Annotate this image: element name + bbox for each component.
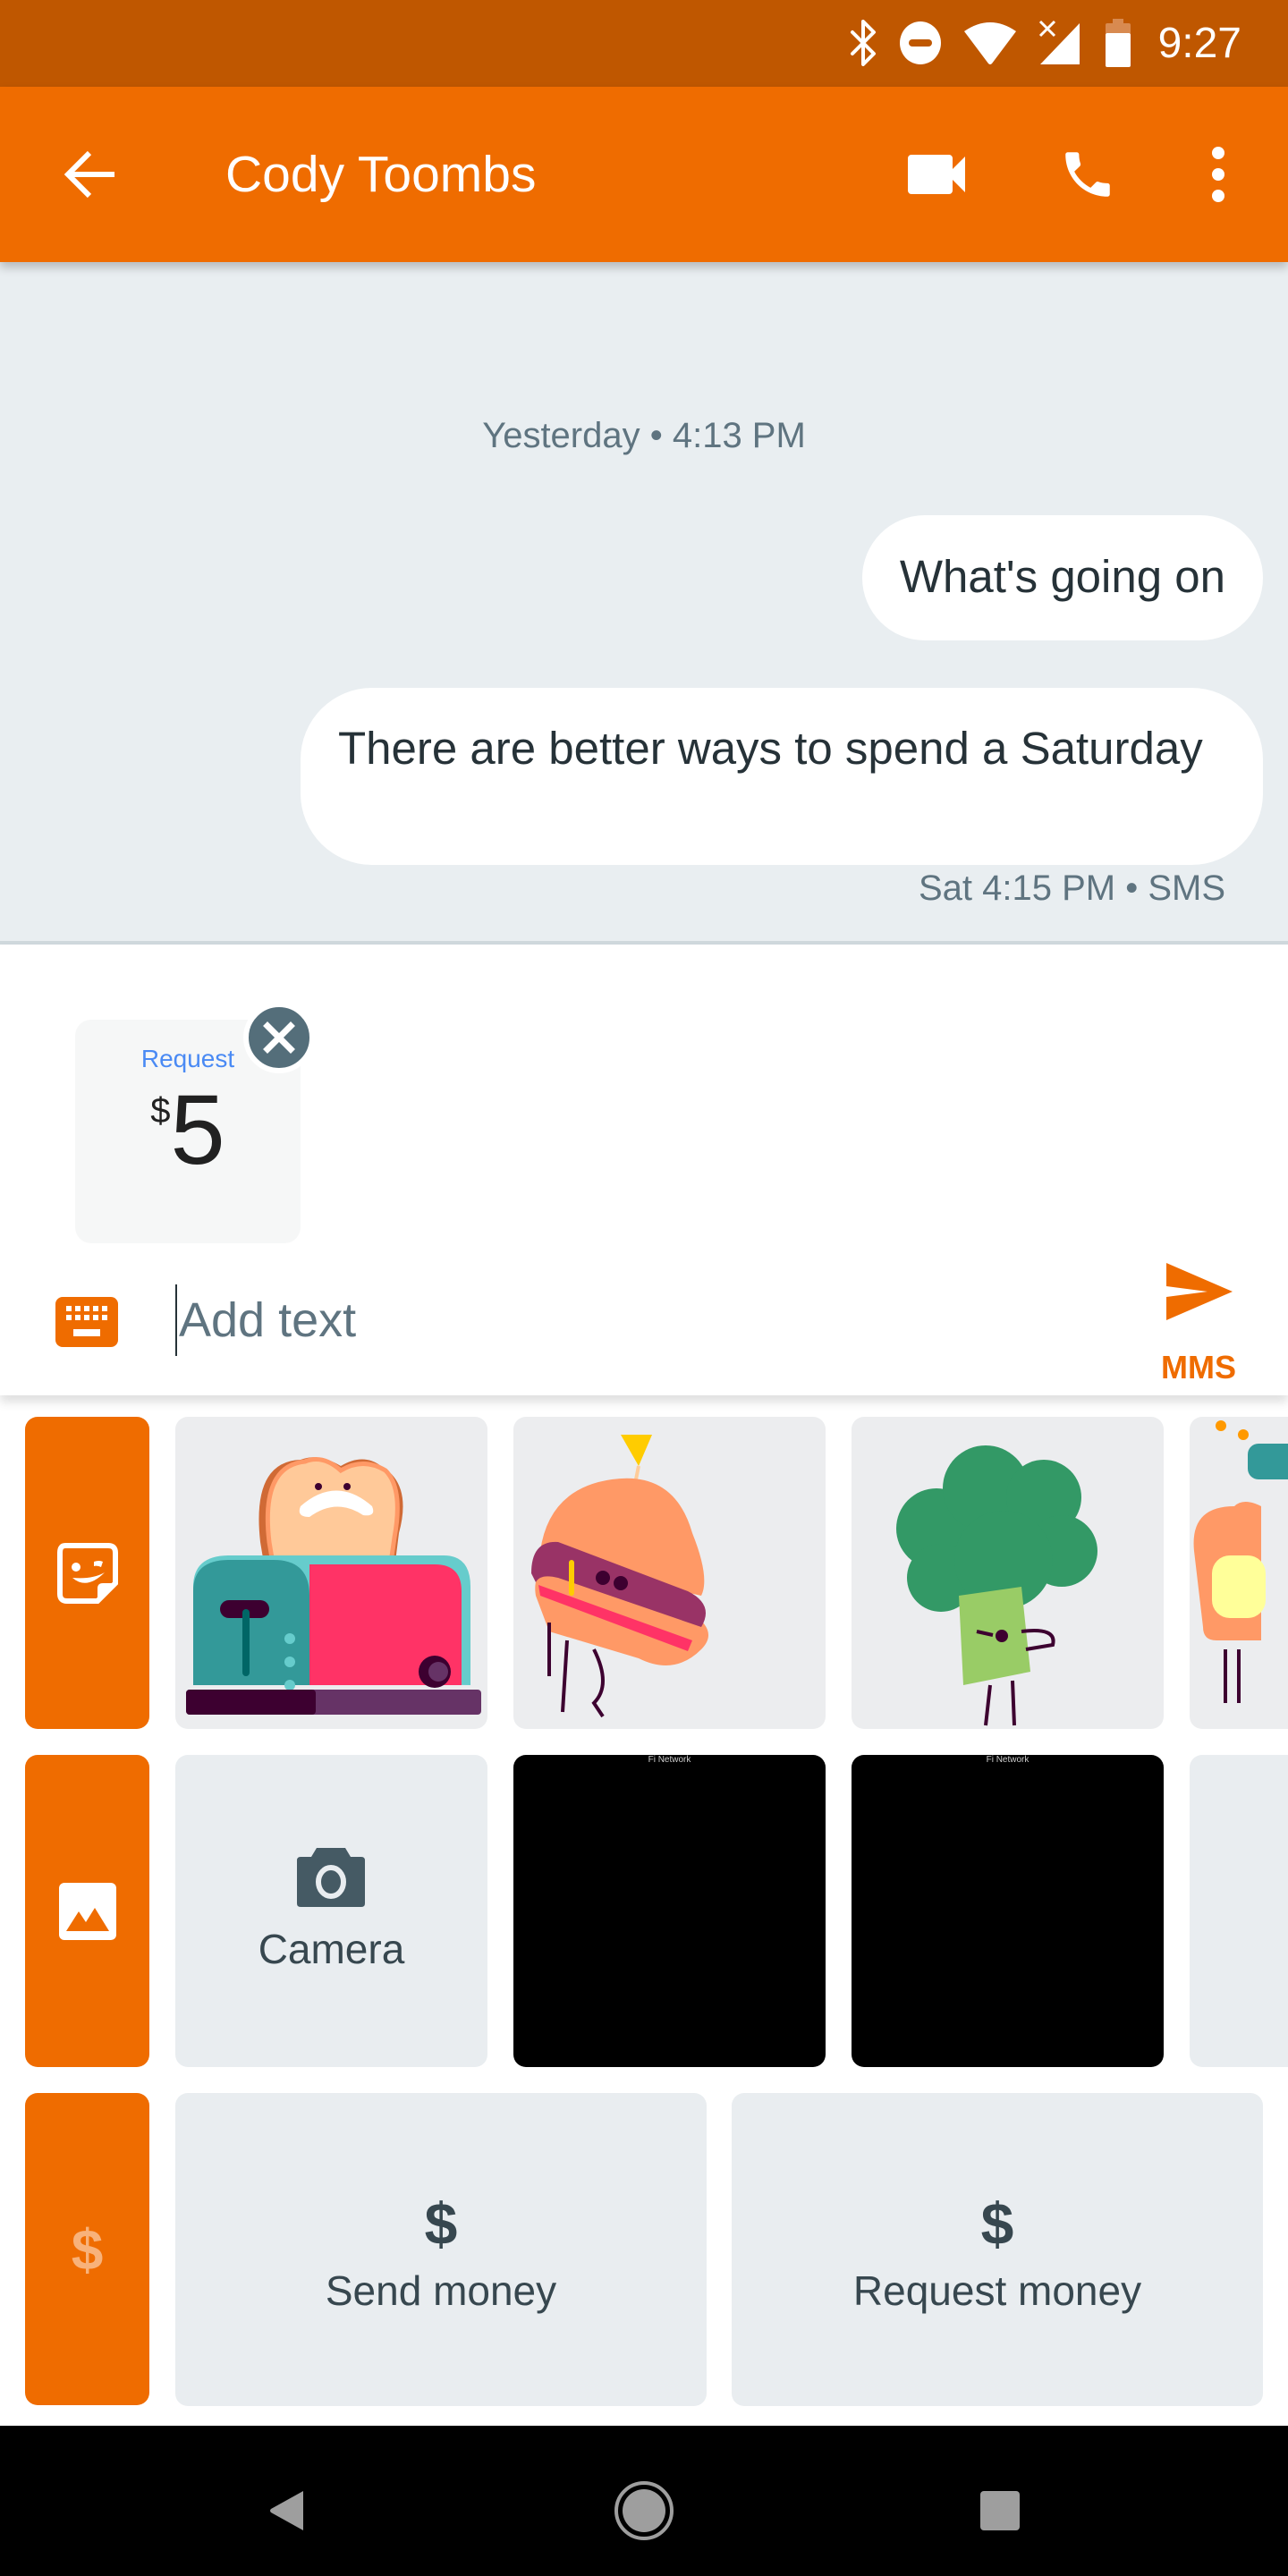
remove-attachment-button[interactable] [243,1002,315,1073]
bluetooth-icon [850,20,876,66]
keyboard-icon [55,1297,118,1347]
dollar-icon: $ [980,2190,1014,2257]
close-icon [263,1021,295,1054]
camera-tile[interactable]: Camera [175,1755,487,2067]
send-mms-button[interactable]: MMS [1145,1263,1252,1388]
stickers-category-button[interactable] [25,1417,149,1729]
keyboard-toggle-button[interactable] [55,1297,118,1347]
currency-symbol: $ [150,1091,171,1131]
toaster-sticker[interactable] [175,1417,487,1729]
broccoli-sticker[interactable] [852,1417,1164,1729]
request-money-label: Request money [852,2267,1142,2314]
phone-call-button[interactable] [1043,130,1132,219]
message-input[interactable] [175,1284,1070,1356]
cell-signal-no-service-icon [1038,20,1080,64]
photo-thumbnail[interactable]: Fi Network [852,1755,1164,2067]
toast-sticker[interactable] [1190,1417,1288,1729]
thumbnail-caption: Fi Network [986,1755,1030,1765]
send-icon [1166,1263,1233,1320]
video-call-button[interactable] [893,130,982,219]
back-button[interactable] [55,140,123,208]
phone-call-icon [1065,152,1110,197]
send-money-button[interactable]: $ Send money [175,2093,707,2406]
dollar-icon: $ [424,2190,458,2257]
more-vert-icon [1212,147,1224,202]
date-timestamp: Yesterday • 4:13 PM [482,416,806,455]
toast-sticker-image [1193,1420,1288,1703]
request-money-button[interactable]: $ Request money [732,2093,1263,2406]
toaster-sticker-image [186,1457,481,1715]
burger-sticker-image [531,1435,708,1718]
money-icon: $ [71,2216,104,2282]
wifi-icon [963,22,1016,64]
nav-recents-icon [980,2491,1020,2530]
photo-thumbnail[interactable]: Fi Network [513,1755,826,2067]
message-bubble[interactable]: What's going on [861,515,1263,640]
do-not-disturb-icon [899,21,941,64]
sticker-icon [56,1542,118,1604]
status-bar: 9:27 [0,0,1288,87]
message-bubble[interactable]: There are better ways to spend a Saturda… [301,688,1263,865]
arrow-back-icon [64,150,114,199]
camera-icon [297,1848,365,1907]
thumbnail-caption: Fi Network [648,1755,691,1765]
nav-recents-button[interactable] [960,2470,1040,2551]
battery-icon [1105,19,1131,67]
status-time: 9:27 [1157,19,1241,67]
contact-name: Cody Toombs [225,146,537,203]
amount-value: 5 [170,1075,225,1185]
compose-area: Request $5 MMS [0,945,1288,1395]
nav-back-button[interactable] [247,2470,327,2551]
attachment-tray: Camera Fi Network Fi Network $ $ Send mo… [0,1395,1288,2426]
app-bar: Cody Toombs [0,87,1288,262]
status-icons: 9:27 [849,16,1241,70]
photo-thumbnail[interactable] [1190,1755,1288,2067]
send-money-label: Send money [325,2267,557,2314]
nav-home-icon [614,2481,674,2540]
more-options-button[interactable] [1174,130,1263,219]
message-status: Sat 4:15 PM • SMS [918,869,1225,908]
burger-sticker[interactable] [513,1417,826,1729]
nav-home-button[interactable] [604,2470,684,2551]
camera-label: Camera [258,1926,405,1972]
broccoli-sticker-image [896,1445,1097,1726]
gallery-category-button[interactable] [25,1755,149,2067]
money-category-button[interactable]: $ [25,2093,149,2405]
send-type-label: MMS [1161,1349,1236,1385]
request-amount: $5 [75,1073,301,1187]
conversation-thread[interactable]: Yesterday • 4:13 PM What's going on Ther… [0,262,1288,941]
nav-back-icon [270,2491,303,2530]
system-nav-bar [0,2426,1288,2576]
video-call-icon [908,155,965,194]
gallery-icon [58,1882,116,1940]
